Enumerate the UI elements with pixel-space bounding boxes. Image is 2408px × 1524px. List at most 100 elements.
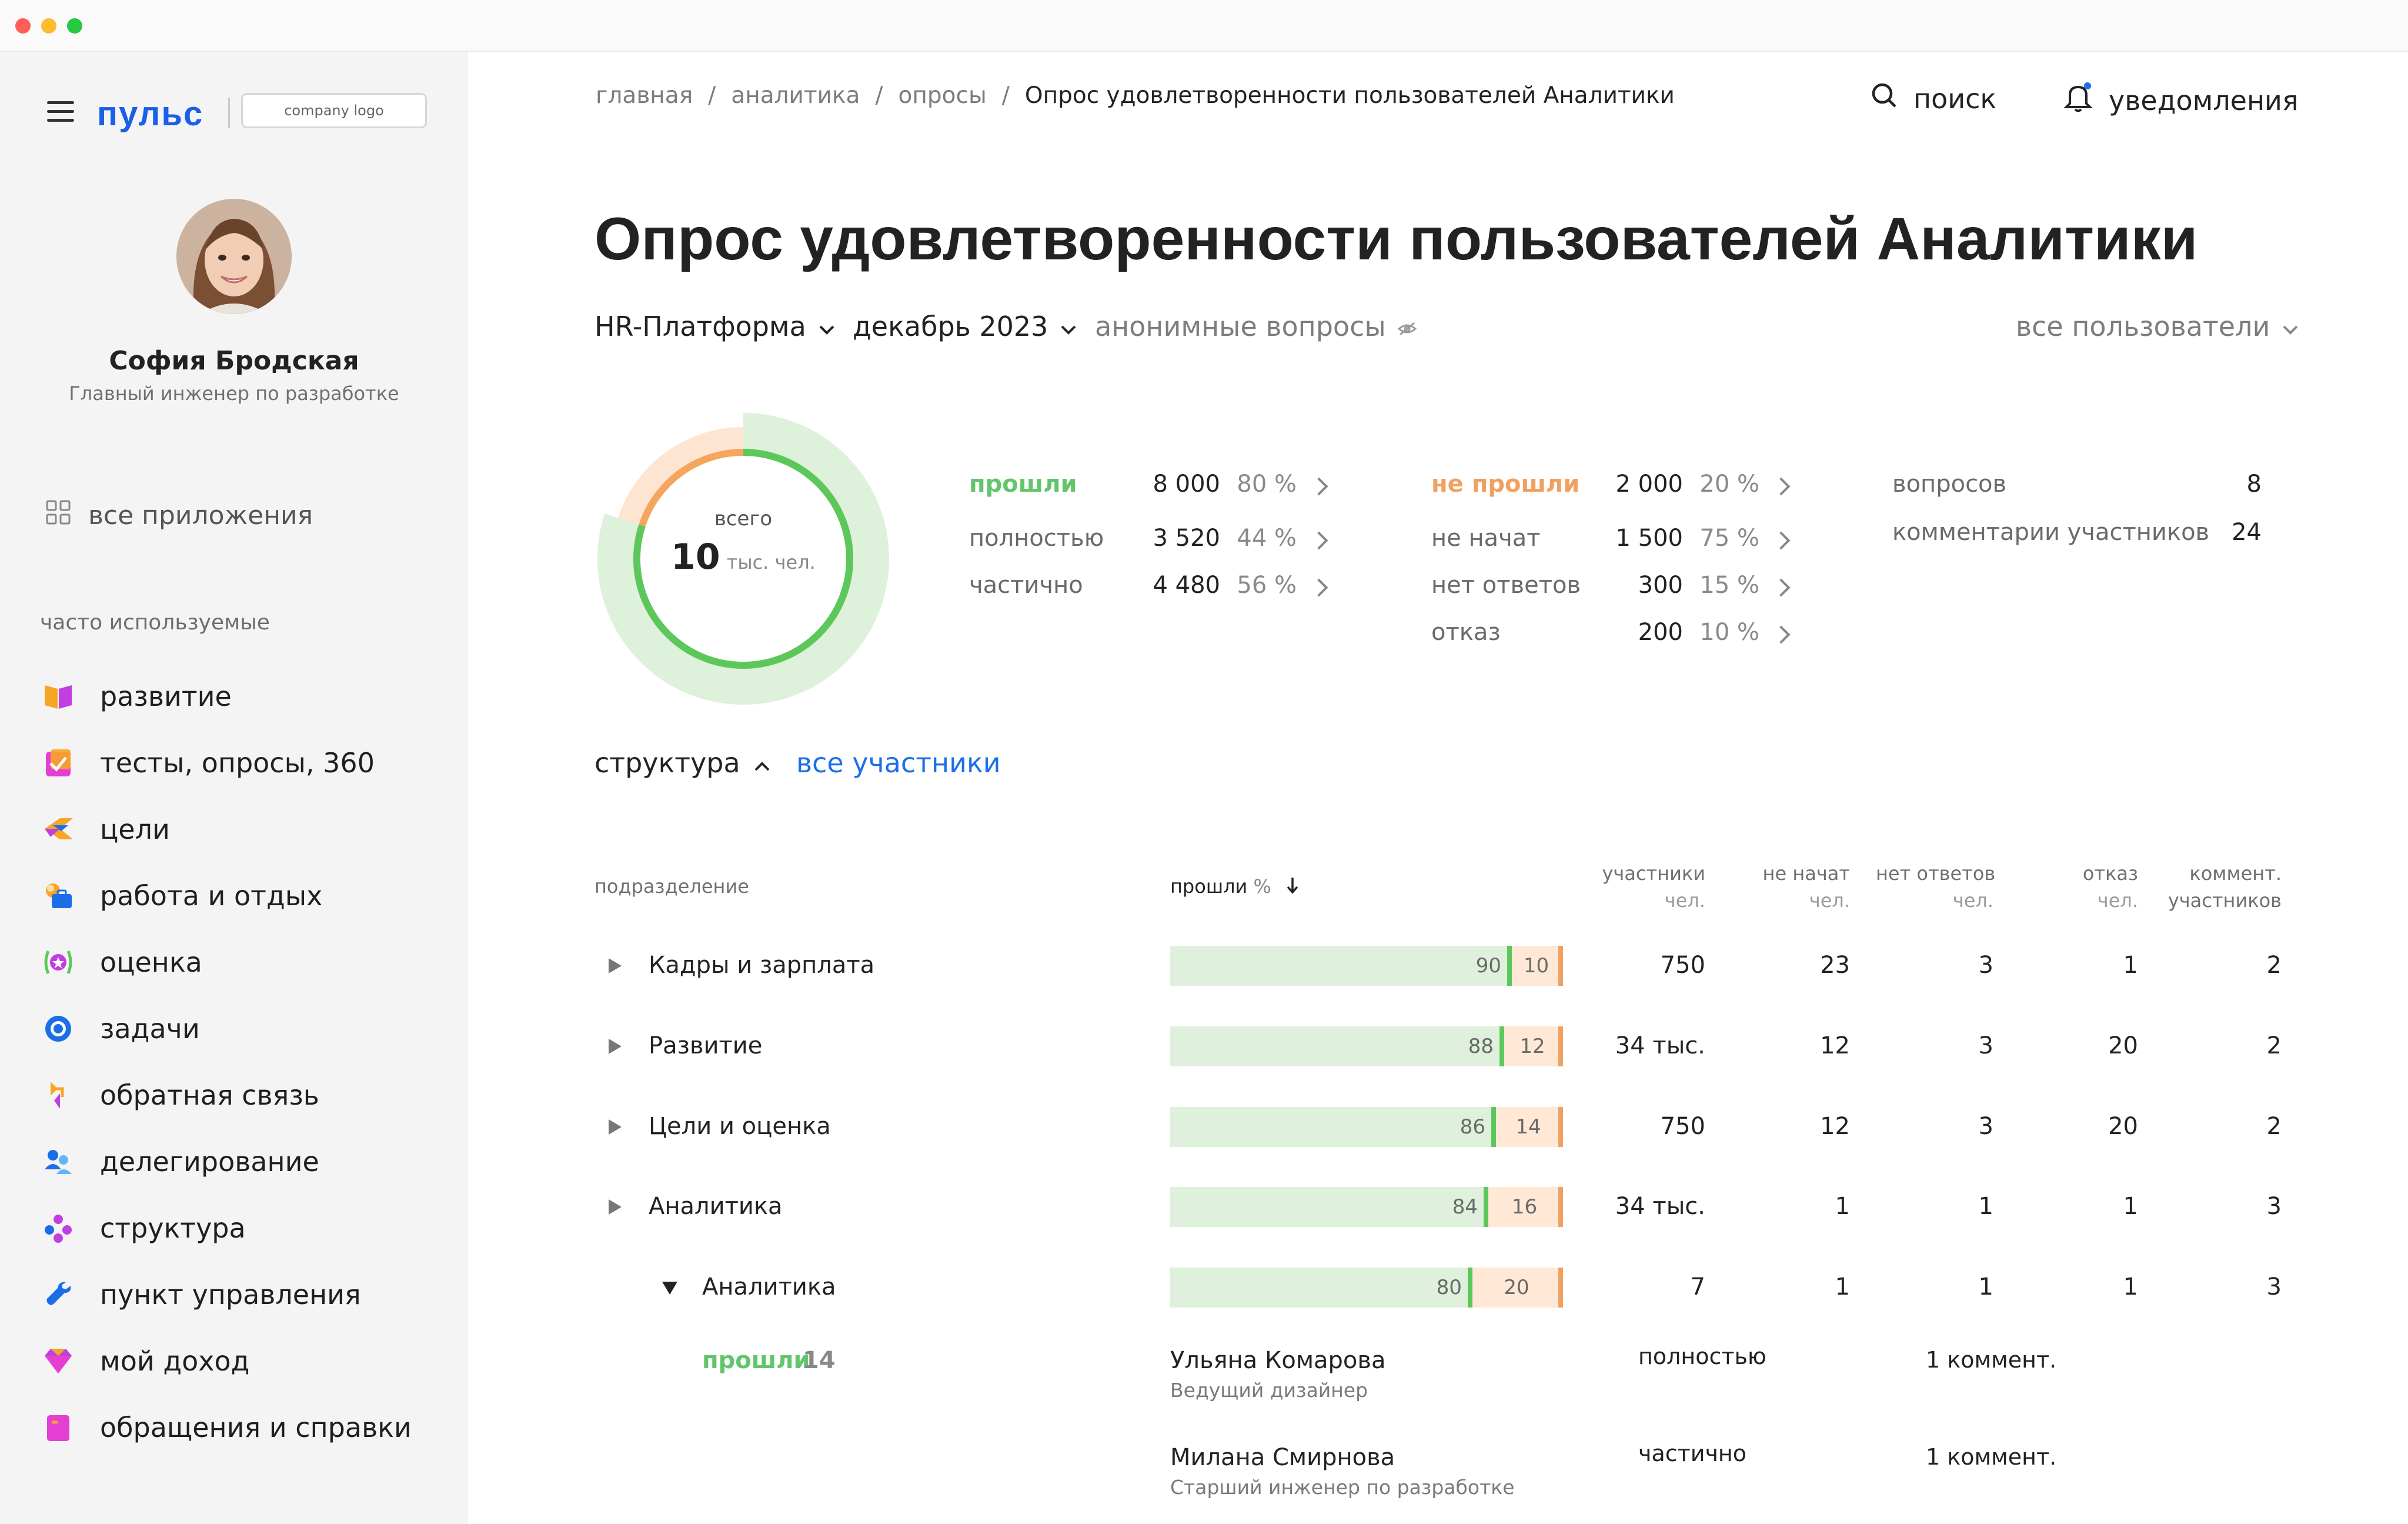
- sidebar-item-tests[interactable]: тесты, опросы, 360: [41, 742, 453, 784]
- star-badge-icon: [41, 945, 75, 979]
- division-name[interactable]: Аналитика: [702, 1273, 836, 1300]
- structure-toggle[interactable]: структура: [595, 747, 771, 779]
- stat-no-answers-value: 300: [1638, 572, 1683, 599]
- brand-logo[interactable]: пульс: [97, 94, 203, 134]
- chevron-right-icon[interactable]: [1772, 477, 1791, 496]
- sidebar-item-requests[interactable]: обращения и справки: [41, 1406, 453, 1449]
- sidebar-item-label: развитие: [100, 681, 232, 712]
- breadcrumb-separator: /: [708, 82, 716, 109]
- stat-passed[interactable]: прошли: [969, 471, 1077, 498]
- search-label: поиск: [1913, 82, 1997, 115]
- division-name[interactable]: Аналитика: [649, 1193, 783, 1220]
- chevron-right-icon[interactable]: [1310, 531, 1328, 550]
- sidebar-item-structure[interactable]: структура: [41, 1207, 453, 1249]
- anonymous-questions-toggle[interactable]: анонимные вопросы: [1095, 311, 1417, 342]
- column-header-comments[interactable]: коммент. участников: [2164, 860, 2282, 914]
- person-comment[interactable]: 1 коммент.: [1926, 1347, 2056, 1373]
- column-header-not-started[interactable]: не начат чел.: [1732, 860, 1850, 914]
- column-header-refused[interactable]: отказ чел.: [2020, 860, 2138, 914]
- sidebar-item-tasks[interactable]: задачи: [41, 1008, 453, 1050]
- search-icon: [1870, 81, 1898, 116]
- stat-fully-percent: 44 %: [1237, 525, 1297, 552]
- sidebar-item-feedback[interactable]: обратная связь: [41, 1074, 453, 1116]
- stat-passed-label: прошли: [969, 471, 1077, 498]
- notifications-label: уведомления: [2109, 84, 2299, 116]
- chevron-right-icon[interactable]: [1310, 578, 1328, 597]
- grid-icon: [46, 500, 71, 531]
- cell-participants: 7: [1690, 1273, 1705, 1300]
- person-comment[interactable]: 1 коммент.: [1926, 1444, 2056, 1470]
- passed-progress-bar: 84 16: [1170, 1187, 1563, 1227]
- sidebar-item-label: оценка: [100, 946, 202, 978]
- target-icon: [41, 1012, 75, 1046]
- chevron-right-icon[interactable]: [1772, 625, 1791, 644]
- failed-bar-value: 14: [1515, 1115, 1541, 1139]
- column-header-no-answers[interactable]: нет ответов чел.: [1876, 860, 1996, 914]
- stat-partially[interactable]: частично: [969, 572, 1083, 599]
- sidebar-item-development[interactable]: развитие: [41, 675, 453, 718]
- period-filter[interactable]: декабрь 2023: [853, 311, 1077, 342]
- stat-no-answers-percent: 15 %: [1699, 572, 1759, 599]
- menu-icon[interactable]: [47, 101, 74, 122]
- stat-fully[interactable]: полностью: [969, 525, 1104, 552]
- passed-group-label[interactable]: прошли: [702, 1347, 810, 1374]
- division-name[interactable]: Развитие: [649, 1032, 762, 1059]
- sidebar-item-assessment[interactable]: оценка: [41, 941, 453, 983]
- division-name[interactable]: Цели и оценка: [649, 1113, 831, 1140]
- people-icon: [41, 1145, 75, 1179]
- column-header-passed[interactable]: прошли %: [1170, 873, 1300, 901]
- all-participants-link[interactable]: все участники: [796, 747, 1001, 779]
- minimize-window-dot[interactable]: [41, 18, 56, 34]
- search-button[interactable]: поиск: [1870, 81, 1996, 116]
- sidebar-item-work-rest[interactable]: работа и отдых: [41, 875, 453, 917]
- sidebar-item-control-point[interactable]: пункт управления: [41, 1273, 453, 1316]
- sidebar-item-income[interactable]: мой доход: [41, 1340, 453, 1382]
- avatar[interactable]: [176, 199, 292, 314]
- chevron-down-icon: [2282, 311, 2299, 342]
- stat-not-started-percent: 75 %: [1699, 525, 1759, 552]
- collapse-arrow-icon[interactable]: [662, 1282, 677, 1295]
- stat-not-started[interactable]: не начат: [1431, 525, 1541, 552]
- expand-arrow-icon[interactable]: [609, 1039, 622, 1054]
- person-name[interactable]: Милана Смирнова: [1170, 1444, 1395, 1471]
- expand-arrow-icon[interactable]: [609, 1199, 622, 1215]
- cell-comments: 2: [2266, 952, 2282, 979]
- person-name[interactable]: Ульяна Комарова: [1170, 1347, 1385, 1374]
- breadcrumb-home[interactable]: главная: [596, 82, 693, 109]
- chevron-right-icon[interactable]: [1772, 578, 1791, 597]
- passed-bar-segment: [1170, 1026, 1499, 1066]
- sidebar-item-label: задачи: [100, 1013, 200, 1045]
- stat-refused[interactable]: отказ: [1431, 619, 1501, 646]
- breadcrumb-analytics[interactable]: аналитика: [731, 82, 860, 109]
- sidebar-item-goals[interactable]: цели: [41, 808, 453, 851]
- cell-comments: 3: [2266, 1193, 2282, 1220]
- column-header-division[interactable]: подразделение: [595, 873, 749, 900]
- breadcrumb-surveys[interactable]: опросы: [899, 82, 987, 109]
- stat-fully-label: полностью: [969, 525, 1104, 552]
- sidebar-item-label: цели: [100, 813, 170, 845]
- failed-bar-edge: [1558, 1026, 1563, 1066]
- notifications-button[interactable]: уведомления: [2063, 81, 2299, 119]
- donut-total-value: 10: [671, 536, 720, 578]
- passed-progress-bar: 88 12: [1170, 1026, 1563, 1066]
- chevron-right-icon[interactable]: [1772, 531, 1791, 550]
- passed-bar-segment: [1170, 1187, 1484, 1227]
- users-filter[interactable]: все пользователи: [2016, 311, 2299, 342]
- sidebar-item-label: работа и отдых: [100, 880, 323, 912]
- sidebar-item-delegation[interactable]: делегирование: [41, 1141, 453, 1183]
- structure-toggle-label: структура: [595, 747, 740, 779]
- passed-progress-bar: 86 14: [1170, 1107, 1563, 1147]
- division-name[interactable]: Кадры и зарплата: [649, 952, 874, 979]
- platform-filter[interactable]: HR-Платформа: [595, 311, 836, 342]
- column-header-no-answers-label: нет ответов: [1876, 862, 1996, 885]
- expand-arrow-icon[interactable]: [609, 1119, 622, 1135]
- chevron-right-icon[interactable]: [1310, 477, 1328, 496]
- column-header-participants[interactable]: участники чел.: [1588, 860, 1705, 914]
- stat-passed-value: 8 000: [1153, 471, 1220, 498]
- all-apps-link[interactable]: все приложения: [46, 498, 313, 533]
- close-window-dot[interactable]: [15, 18, 31, 34]
- maximize-window-dot[interactable]: [67, 18, 82, 34]
- stat-partially-label: частично: [969, 572, 1083, 599]
- donut-total-unit: тыс. чел.: [726, 551, 816, 573]
- expand-arrow-icon[interactable]: [609, 958, 622, 973]
